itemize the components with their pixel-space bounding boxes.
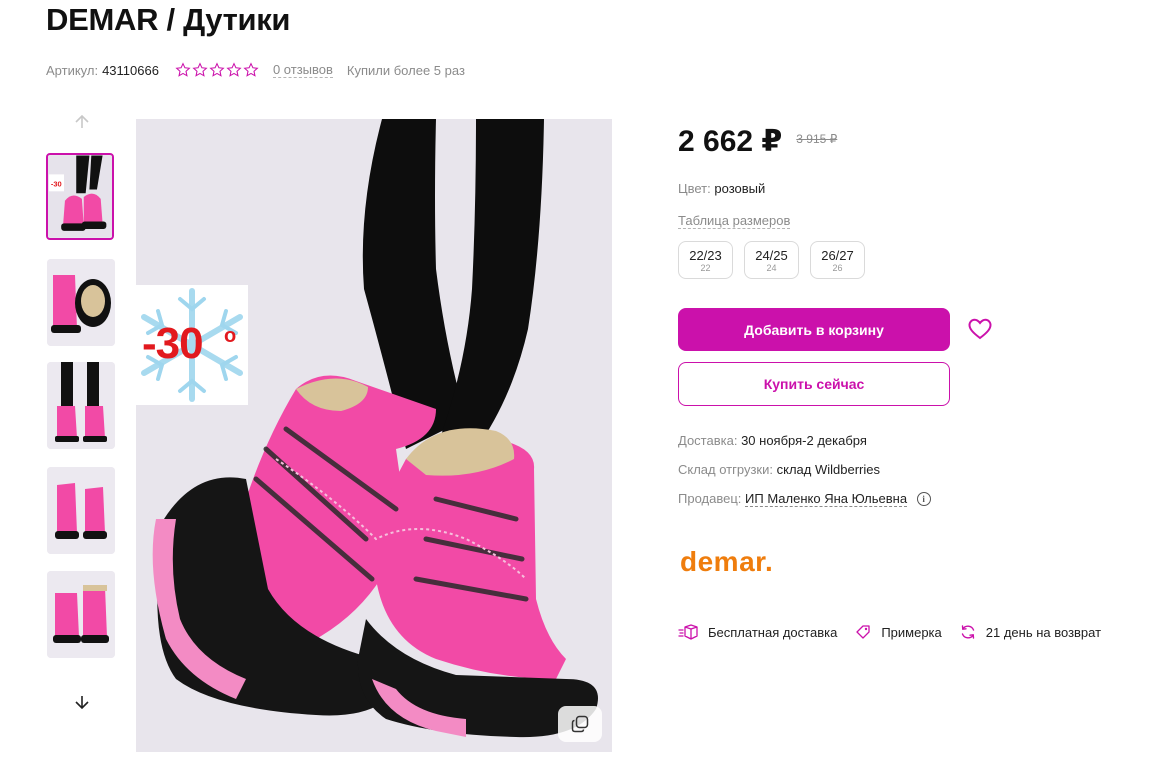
size-label: 24/25 [755,248,788,263]
product-meta: Артикул: 43110666 0 отзывов Купили более… [46,62,465,78]
add-to-cart-button[interactable]: Добавить в корзину [678,308,950,351]
star-icon [209,62,225,77]
feature-label: 21 день на возврат [985,624,1102,640]
refresh-icon [961,625,974,639]
warehouse-label: Склад отгрузки: [678,462,773,477]
bought-count: Купили более 5 раз [346,62,465,78]
thumbnail[interactable]: -30 [46,153,114,240]
thumbnail[interactable] [47,362,115,449]
box-icon [678,624,698,640]
product-title: DEMAR / Дутики [46,2,291,37]
arrow-down-icon[interactable] [46,693,118,716]
brand-logo[interactable]: demar. [680,546,773,578]
svg-text:-30: -30 [51,180,62,189]
delivery-value: 30 ноября-2 декабря [741,433,867,448]
feature-label: Примерка [881,624,942,640]
star-icon [192,62,208,77]
size-sub: 24 [766,263,777,273]
copy-icon [571,715,589,733]
buy-now-button[interactable]: Купить сейчас [678,362,950,406]
discount-badge-degree: o [224,325,237,347]
size-option[interactable]: 26/27 26 [810,241,865,279]
boots-photo [136,119,612,752]
star-icon [243,62,259,77]
features-row: Бесплатная доставка Примерка 21 день на … [678,624,1119,640]
tag-icon [856,625,870,639]
reviews-link[interactable]: 0 отзывов [272,62,333,78]
copy-button[interactable] [558,706,602,742]
size-option[interactable]: 22/23 22 [678,241,733,279]
sku-label: Артикул: [46,62,99,78]
size-selector: 22/23 22 24/25 24 26/27 26 [678,241,865,279]
color-value: розовый [714,181,766,196]
price-block: 2 662 ₽ 3 915 ₽ [678,124,837,159]
star-icon [175,62,191,77]
warehouse-value: склад Wildberries [776,462,880,477]
warehouse-info: Склад отгрузки: склад Wildberries [678,462,880,477]
color-info: Цвет: розовый [678,181,765,196]
size-sub: 26 [832,263,843,273]
feature-fitting: Примерка [855,624,942,640]
size-table-link[interactable]: Таблица размеров [678,213,791,229]
seller-label: Продавец: [678,491,742,506]
feature-free-delivery: Бесплатная доставка [678,624,837,640]
heart-icon [968,318,992,340]
seller-info: Продавец: ИП Маленко Яна Юльевна i [678,491,931,507]
size-sub: 22 [700,263,711,273]
size-label: 26/27 [821,248,854,263]
favorite-button[interactable] [967,317,993,341]
info-icon[interactable]: i [916,492,931,506]
main-product-photo[interactable]: -30 o [136,119,612,752]
size-label: 22/23 [689,248,722,263]
delivery-label: Доставка: [678,433,738,448]
star-icon [226,62,242,77]
thumbnail[interactable] [47,467,115,554]
delivery-info: Доставка: 30 ноября-2 декабря [678,433,867,448]
sku-value: 43110666 [102,62,159,78]
size-option[interactable]: 24/25 24 [744,241,799,279]
feature-label: Бесплатная доставка [708,624,838,640]
discount-badge-text: -30 [142,319,204,368]
arrow-up-icon[interactable] [46,113,118,136]
thumbnail[interactable] [47,259,115,346]
discount-badge: -30 o [136,285,248,405]
color-label: Цвет: [678,181,711,196]
seller-link[interactable]: ИП Маленко Яна Юльевна [745,491,908,507]
thumbnail[interactable] [47,571,115,658]
feature-return: 21 день на возврат [960,624,1101,640]
rating-stars[interactable] [175,62,259,78]
current-price: 2 662 ₽ [678,125,783,158]
old-price: 3 915 ₽ [796,132,838,146]
